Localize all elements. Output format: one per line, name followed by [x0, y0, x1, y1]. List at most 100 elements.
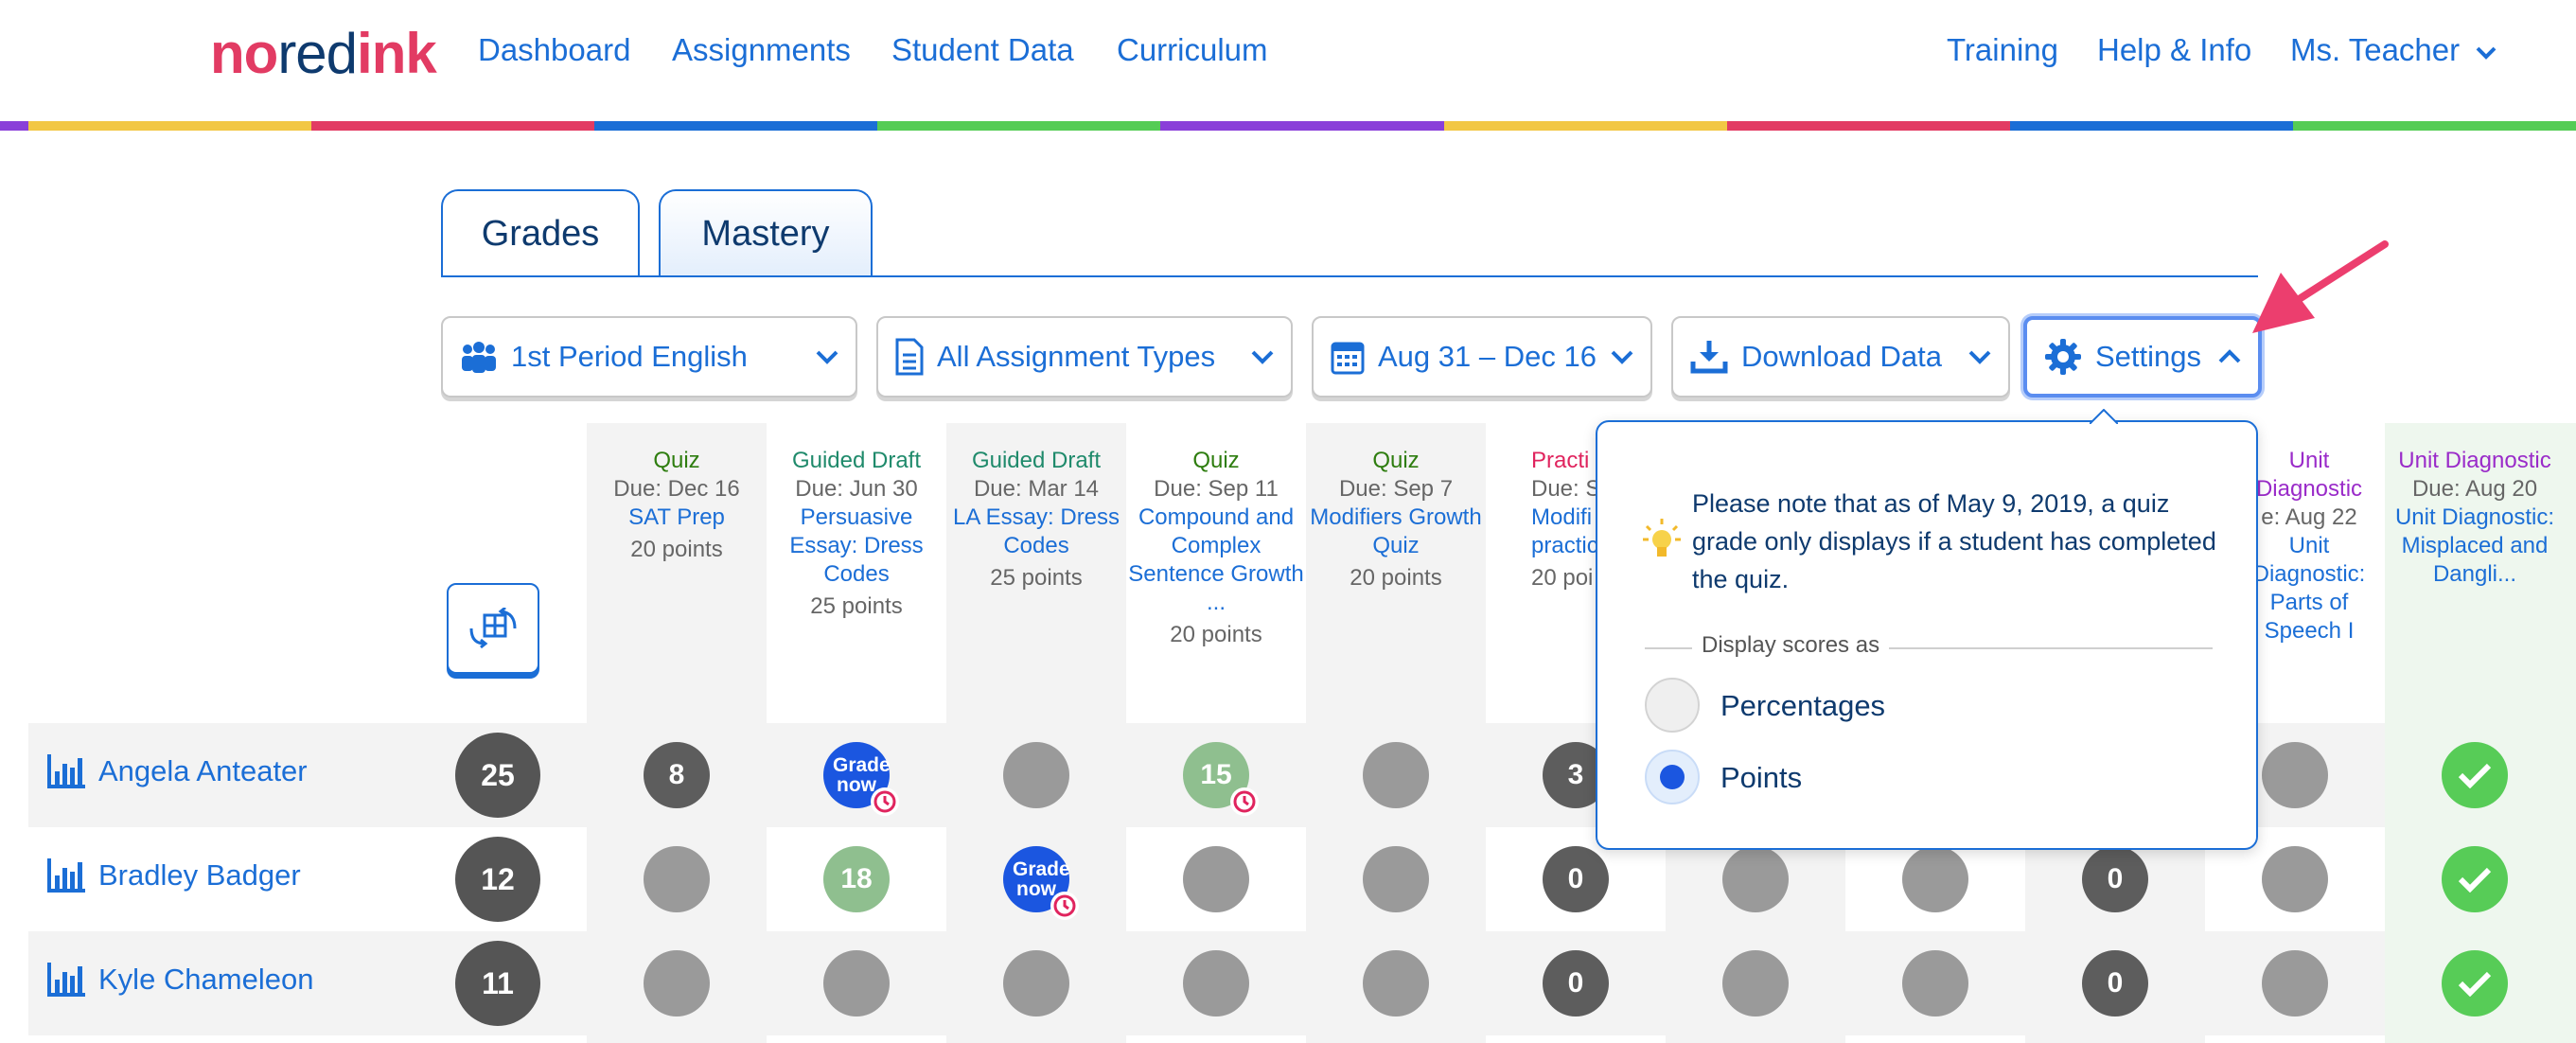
download-data-button[interactable]: Download Data	[1671, 316, 2010, 398]
nav-curriculum[interactable]: Curriculum	[1117, 32, 1268, 68]
score-cell[interactable]: 0	[2082, 846, 2148, 912]
assignment-type: Unit Diagnostic	[2398, 448, 2551, 473]
empty-score-cell[interactable]	[1902, 950, 1968, 1016]
student-link[interactable]: Angela Anteater	[47, 754, 308, 788]
percentages-label[interactable]: Percentages	[1720, 689, 1885, 723]
empty-score-cell[interactable]	[644, 950, 710, 1016]
settings-button[interactable]: Settings	[2023, 316, 2262, 398]
chevron-down-icon	[1251, 349, 1274, 364]
score-cell[interactable]: 0	[1543, 846, 1609, 912]
nav-student-data[interactable]: Student Data	[891, 32, 1074, 68]
completed-cell[interactable]	[2442, 950, 2508, 1016]
score-cell[interactable]: 18	[823, 846, 890, 912]
assignment-title[interactable]: Persuasive Essay: Dress Codes	[767, 504, 946, 589]
empty-score-cell[interactable]	[644, 846, 710, 912]
assignment-due: Due: Aug 20	[2411, 476, 2538, 502]
grade-now-button[interactable]: Grade now	[1003, 846, 1079, 920]
student-link[interactable]: Bradley Badger	[47, 858, 301, 893]
checkmark-icon	[2458, 867, 2492, 893]
assignment-title[interactable]: Modifiers Growth Quiz	[1306, 504, 1486, 560]
tab-grades[interactable]: Grades	[441, 189, 640, 276]
assignment-title[interactable]: Unit Diagnostic: Misplaced and Dangli...	[2385, 504, 2565, 589]
assignment-type: Guided Draft	[971, 448, 1102, 473]
empty-score-cell[interactable]	[2262, 742, 2328, 808]
student-total[interactable]: 25	[455, 733, 540, 818]
toggle-columns-button[interactable]	[447, 583, 539, 674]
points-radio[interactable]	[1645, 750, 1700, 804]
assignment-title[interactable]: LA Essay: Dress Codes	[946, 504, 1126, 560]
percentages-radio[interactable]	[1645, 678, 1700, 733]
score-cell[interactable]: 0	[1543, 950, 1609, 1016]
date-range-label: Aug 31 – Dec 16	[1378, 340, 1597, 373]
assignment-header[interactable]: Guided Draft Due: Mar 14 LA Essay: Dress…	[946, 447, 1126, 592]
empty-score-cell[interactable]	[2262, 950, 2328, 1016]
assignment-due: Due: Sep 7	[1338, 476, 1454, 502]
student-name: Kyle Chameleon	[98, 963, 314, 996]
empty-score-cell[interactable]	[1722, 846, 1789, 912]
assignment-points: 25 points	[810, 593, 903, 619]
empty-score-cell[interactable]	[1363, 742, 1429, 808]
assignment-header[interactable]: Quiz Due: Sep 11 Compound and Complex Se…	[1126, 447, 1306, 649]
assignment-header[interactable]: Unit Diagnostic Due: Aug 20 Unit Diagnos…	[2385, 447, 2565, 589]
empty-score-cell[interactable]	[823, 950, 890, 1016]
assignment-due: Due: Dec 16	[613, 476, 740, 502]
empty-score-cell[interactable]	[1722, 950, 1789, 1016]
assignment-points: 20 poi	[1531, 565, 1594, 591]
completed-cell[interactable]	[2442, 846, 2508, 912]
checkmark-icon	[2458, 971, 2492, 997]
nav-help-info[interactable]: Help & Info	[2097, 32, 2251, 68]
completed-cell[interactable]	[2442, 742, 2508, 808]
assignment-title[interactable]: Compound and Complex Sentence Growth ...	[1126, 504, 1306, 617]
assignment-due: Due: Sep 11	[1154, 476, 1279, 502]
empty-score-cell[interactable]	[1183, 950, 1249, 1016]
empty-score-cell[interactable]	[1363, 950, 1429, 1016]
assignment-header[interactable]: Quiz Due: Dec 16 SAT Prep 20 points	[587, 447, 767, 564]
points-label[interactable]: Points	[1720, 761, 1802, 795]
user-menu[interactable]: Ms. Teacher	[2290, 32, 2497, 68]
calendar-icon	[1331, 339, 1365, 375]
assignment-title[interactable]: Modifi practic	[1531, 504, 1596, 560]
grade-now-button[interactable]: Grade now	[823, 742, 899, 816]
bar-chart-icon	[47, 858, 85, 893]
score-cell[interactable]: 15	[1183, 742, 1259, 816]
nav-dashboard[interactable]: Dashboard	[478, 32, 630, 68]
assignment-header[interactable]: Quiz Due: Sep 7 Modifiers Growth Quiz 20…	[1306, 447, 1486, 592]
score-cell[interactable]: 0	[2082, 950, 2148, 1016]
clock-icon	[871, 787, 899, 816]
student-total[interactable]: 12	[455, 837, 540, 922]
empty-score-cell[interactable]	[2262, 846, 2328, 912]
chevron-down-icon	[1968, 349, 1991, 364]
assignment-header[interactable]: Practi Due: Se Modifi practic 20 poi	[1486, 447, 1596, 592]
class-select-label: 1st Period English	[511, 340, 748, 373]
empty-score-cell[interactable]	[1003, 950, 1069, 1016]
assignment-header[interactable]: Guided Draft Due: Jun 30 Persuasive Essa…	[767, 447, 946, 621]
noredink-logo[interactable]: noredink	[210, 21, 437, 86]
assignment-due: Due: Se	[1531, 476, 1596, 502]
assignment-points: 20 points	[630, 537, 723, 562]
pointer-arrow-icon	[2252, 240, 2389, 333]
assignment-type-select[interactable]: All Assignment Types	[876, 316, 1293, 398]
tab-mastery[interactable]: Mastery	[659, 189, 873, 276]
student-link[interactable]: Kyle Chameleon	[47, 963, 313, 997]
download-data-label: Download Data	[1741, 340, 1942, 373]
empty-score-cell[interactable]	[1183, 846, 1249, 912]
clock-icon	[1230, 787, 1259, 816]
empty-score-cell[interactable]	[1902, 846, 1968, 912]
chevron-down-icon	[816, 349, 838, 364]
logo-part-red: red	[277, 22, 358, 85]
bar-chart-icon	[47, 963, 85, 997]
date-range-select[interactable]: Aug 31 – Dec 16	[1312, 316, 1652, 398]
student-name: Bradley Badger	[98, 858, 301, 892]
display-scores-label: Display scores as	[1692, 632, 1890, 659]
gear-icon	[2044, 338, 2082, 376]
assignment-title[interactable]: SAT Prep	[587, 504, 767, 532]
nav-training[interactable]: Training	[1947, 32, 2058, 68]
empty-score-cell[interactable]	[1363, 846, 1429, 912]
swap-columns-icon	[469, 608, 517, 649]
chevron-down-icon	[2476, 46, 2497, 60]
student-total[interactable]: 11	[455, 941, 540, 1026]
class-select[interactable]: 1st Period English	[441, 316, 857, 398]
nav-assignments[interactable]: Assignments	[672, 32, 851, 68]
empty-score-cell[interactable]	[1003, 742, 1069, 808]
score-cell[interactable]: 8	[644, 742, 710, 808]
